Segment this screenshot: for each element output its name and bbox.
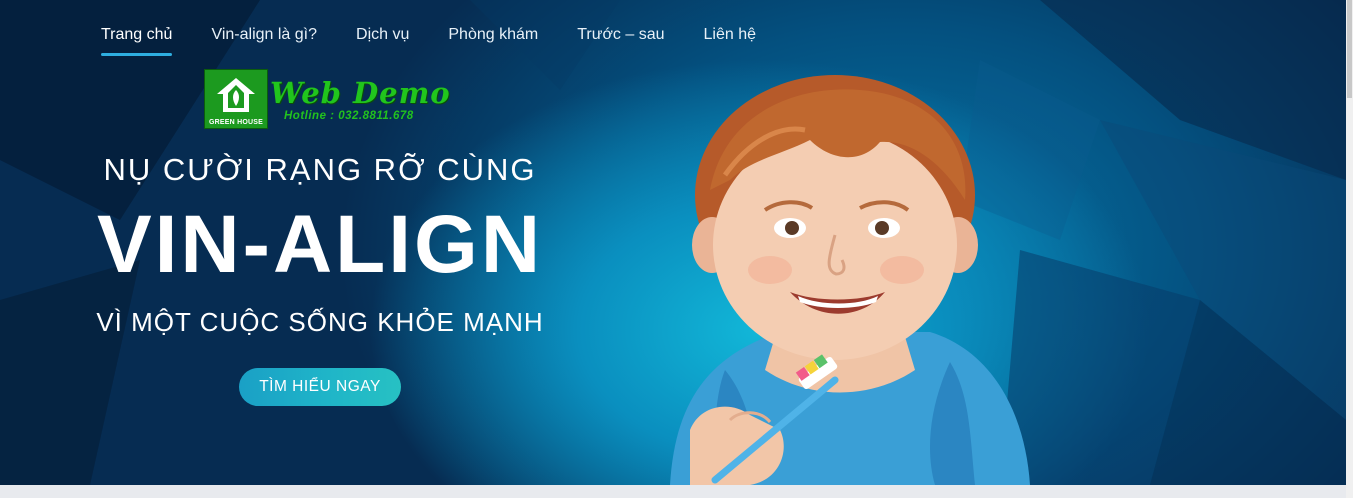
- scrollbar-thumb[interactable]: [1347, 0, 1352, 98]
- hero-subtitle-bottom: VÌ MỘT CUỘC SỐNG KHỎE MẠNH: [96, 307, 544, 337]
- page-bottom-strip: [0, 485, 1346, 498]
- nav-item-before-after[interactable]: Trước – sau: [577, 26, 664, 56]
- watermark-logo-caption: GREEN HOUSE: [209, 119, 263, 126]
- hero-title: VIN-ALIGN: [96, 199, 544, 290]
- watermark-title: Web Demo: [270, 76, 451, 110]
- house-icon: [217, 78, 255, 112]
- vertical-scrollbar[interactable]: [1346, 0, 1353, 498]
- main-nav: Trang chủ Vin-align là gì? Dịch vụ Phòng…: [101, 26, 795, 56]
- nav-item-home[interactable]: Trang chủ: [101, 26, 173, 56]
- nav-item-about[interactable]: Vin-align là gì?: [211, 26, 317, 56]
- nav-item-services[interactable]: Dịch vụ: [356, 26, 409, 56]
- hero-subtitle-top: NỤ CƯỜI RẠNG RỠ CÙNG: [103, 152, 537, 187]
- watermark-hotline: Hotline : 032.8811.678: [284, 110, 414, 122]
- watermark-logo: GREEN HOUSE: [204, 69, 268, 129]
- nav-item-clinic[interactable]: Phòng khám: [448, 26, 538, 56]
- nav-item-contact[interactable]: Liên hệ: [704, 26, 757, 56]
- hero-banner: Trang chủ Vin-align là gì? Dịch vụ Phòng…: [0, 0, 1346, 485]
- learn-more-button[interactable]: TÌM HIỂU NGAY: [239, 368, 401, 406]
- hero-child-image: [670, 75, 1030, 485]
